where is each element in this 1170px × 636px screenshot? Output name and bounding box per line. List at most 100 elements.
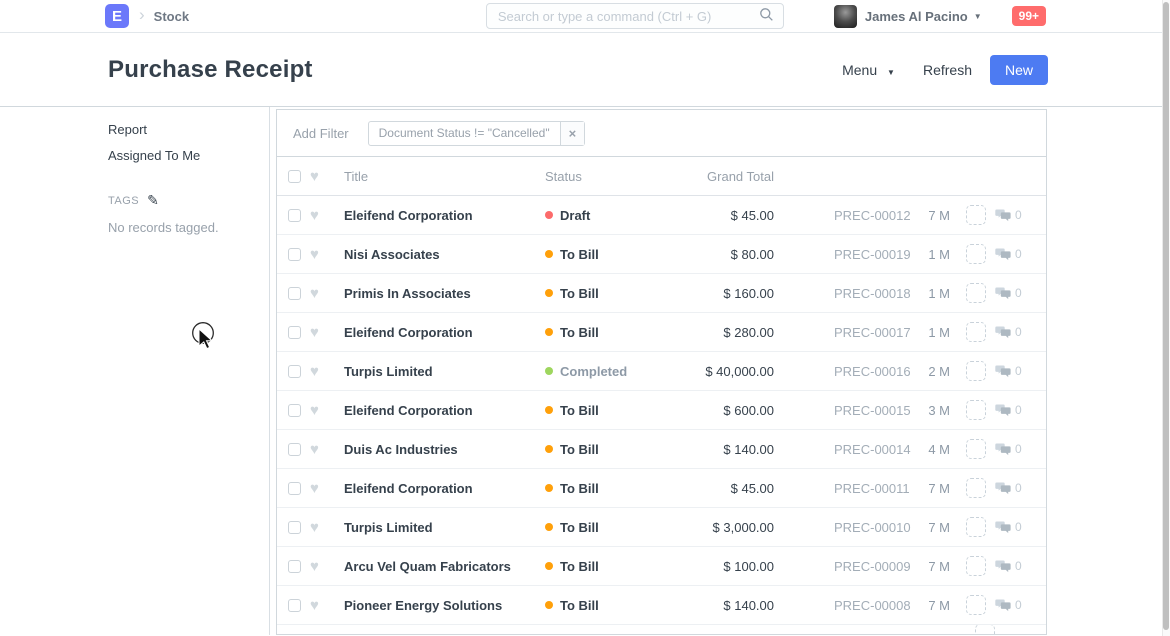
row-checkbox[interactable]: [288, 326, 301, 339]
row-comment-count[interactable]: 0: [995, 286, 1022, 300]
row-checkbox[interactable]: [288, 560, 301, 573]
table-row[interactable]: ♥ Eleifend Corporation Draft $ 45.00 PRE…: [277, 196, 1046, 235]
heart-icon[interactable]: ♥: [310, 169, 344, 184]
row-checkbox[interactable]: [288, 521, 301, 534]
row-comment-count[interactable]: 0: [995, 325, 1022, 339]
row-checkbox[interactable]: [288, 404, 301, 417]
row-checkbox[interactable]: [288, 287, 301, 300]
row-title-link[interactable]: Eleifend Corporation: [344, 403, 545, 418]
status-dot-icon: [545, 445, 553, 453]
heart-icon[interactable]: ♥: [310, 364, 344, 379]
assign-placeholder[interactable]: [966, 361, 986, 381]
list-container: Add Filter Document Status != "Cancelled…: [276, 109, 1047, 635]
row-comment-count[interactable]: 0: [995, 520, 1022, 534]
row-comment-count[interactable]: 0: [995, 208, 1022, 222]
sidebar-item-report[interactable]: Report: [108, 122, 269, 137]
row-checkbox[interactable]: [288, 209, 301, 222]
row-title-link[interactable]: Eleifend Corporation: [344, 481, 545, 496]
row-modified-time: 1 M: [916, 286, 950, 301]
row-title-link[interactable]: Arcu Vel Quam Fabricators: [344, 559, 545, 574]
filter-chip-label[interactable]: Document Status != "Cancelled": [369, 122, 560, 145]
table-row-partial[interactable]: [277, 625, 1046, 635]
row-title-link[interactable]: Turpis Limited: [344, 364, 545, 379]
search-input[interactable]: [496, 8, 759, 25]
assign-placeholder[interactable]: [966, 478, 986, 498]
table-row[interactable]: ♥ Primis In Associates To Bill $ 160.00 …: [277, 274, 1046, 313]
heart-icon[interactable]: ♥: [310, 520, 344, 535]
row-comment-count[interactable]: 0: [995, 598, 1022, 612]
assign-placeholder[interactable]: [966, 595, 986, 615]
row-comment-count[interactable]: 0: [995, 481, 1022, 495]
heart-icon[interactable]: ♥: [310, 247, 344, 262]
assign-placeholder[interactable]: [966, 244, 986, 264]
row-title-link[interactable]: Nisi Associates: [344, 247, 545, 262]
row-comment-count[interactable]: 0: [995, 364, 1022, 378]
table-row[interactable]: ♥ Eleifend Corporation To Bill $ 280.00 …: [277, 313, 1046, 352]
assign-placeholder[interactable]: [966, 439, 986, 459]
row-checkbox[interactable]: [288, 365, 301, 378]
heart-icon[interactable]: ♥: [310, 481, 344, 496]
menu-button[interactable]: Menu ▼: [842, 62, 895, 78]
row-comment-count[interactable]: 0: [995, 442, 1022, 456]
sidebar-item-assigned-to-me[interactable]: Assigned To Me: [108, 148, 269, 163]
row-title-link[interactable]: Eleifend Corporation: [344, 208, 545, 223]
row-title-link[interactable]: Duis Ac Industries: [344, 442, 545, 457]
table-row[interactable]: ♥ Nisi Associates To Bill $ 80.00 PREC-0…: [277, 235, 1046, 274]
row-title-link[interactable]: Turpis Limited: [344, 520, 545, 535]
edit-tags-pencil-icon[interactable]: ✎: [147, 192, 159, 209]
table-row[interactable]: ♥ Turpis Limited Completed $ 40,000.00 P…: [277, 352, 1046, 391]
heart-icon[interactable]: ♥: [310, 286, 344, 301]
row-title-link[interactable]: Pioneer Energy Solutions: [344, 598, 545, 613]
table-row[interactable]: ♥ Turpis Limited To Bill $ 3,000.00 PREC…: [277, 508, 1046, 547]
refresh-button[interactable]: Refresh: [923, 62, 972, 78]
table-row[interactable]: ♥ Duis Ac Industries To Bill $ 140.00 PR…: [277, 430, 1046, 469]
table-row[interactable]: ♥ Eleifend Corporation To Bill $ 45.00 P…: [277, 469, 1046, 508]
row-modified-time: 3 M: [916, 403, 950, 418]
status-label: To Bill: [560, 247, 599, 262]
heart-icon[interactable]: ♥: [310, 442, 344, 457]
table-row[interactable]: ♥ Eleifend Corporation To Bill $ 600.00 …: [277, 391, 1046, 430]
row-grand-total: $ 140.00: [695, 442, 774, 457]
heart-icon[interactable]: ♥: [310, 208, 344, 223]
row-checkbox[interactable]: [288, 248, 301, 261]
status-dot-icon: [545, 250, 553, 258]
assign-placeholder[interactable]: [966, 400, 986, 420]
app-logo[interactable]: E: [105, 4, 129, 28]
heart-icon[interactable]: ♥: [310, 403, 344, 418]
user-menu[interactable]: James Al Pacino ▼: [834, 5, 982, 28]
heart-icon[interactable]: ♥: [310, 559, 344, 574]
remove-filter-icon[interactable]: ×: [560, 122, 585, 145]
assign-placeholder[interactable]: [966, 283, 986, 303]
row-comment-count[interactable]: 0: [995, 403, 1022, 417]
assign-placeholder[interactable]: [966, 517, 986, 537]
status-label: To Bill: [560, 442, 599, 457]
row-comment-count[interactable]: 0: [995, 559, 1022, 573]
row-grand-total: $ 600.00: [695, 403, 774, 418]
select-all-checkbox[interactable]: [288, 170, 301, 183]
breadcrumb[interactable]: Stock: [154, 9, 189, 24]
notification-badge[interactable]: 99+: [1012, 6, 1046, 26]
comment-count: 0: [1015, 325, 1022, 339]
assign-placeholder[interactable]: [966, 205, 986, 225]
row-comment-count[interactable]: 0: [995, 247, 1022, 261]
row-title-link[interactable]: Eleifend Corporation: [344, 325, 545, 340]
list-sidebar: Report Assigned To Me TAGS ✎ No records …: [90, 107, 270, 635]
assign-placeholder[interactable]: [966, 322, 986, 342]
row-title-link[interactable]: Primis In Associates: [344, 286, 545, 301]
new-button[interactable]: New: [990, 55, 1048, 85]
heart-icon[interactable]: ♥: [310, 598, 344, 613]
assign-placeholder[interactable]: [966, 556, 986, 576]
table-row[interactable]: ♥ Arcu Vel Quam Fabricators To Bill $ 10…: [277, 547, 1046, 586]
active-filter-chip[interactable]: Document Status != "Cancelled" ×: [368, 121, 586, 146]
comment-count: 0: [1015, 364, 1022, 378]
add-filter-button[interactable]: Add Filter: [293, 126, 349, 141]
comments-icon: [995, 287, 1011, 300]
scrollbar-thumb[interactable]: [1163, 2, 1169, 630]
heart-icon[interactable]: ♥: [310, 325, 344, 340]
row-checkbox[interactable]: [288, 599, 301, 612]
table-row[interactable]: ♥ Pioneer Energy Solutions To Bill $ 140…: [277, 586, 1046, 625]
row-checkbox[interactable]: [288, 482, 301, 495]
global-search[interactable]: [486, 3, 784, 29]
row-modified-time: 7 M: [916, 598, 950, 613]
row-checkbox[interactable]: [288, 443, 301, 456]
